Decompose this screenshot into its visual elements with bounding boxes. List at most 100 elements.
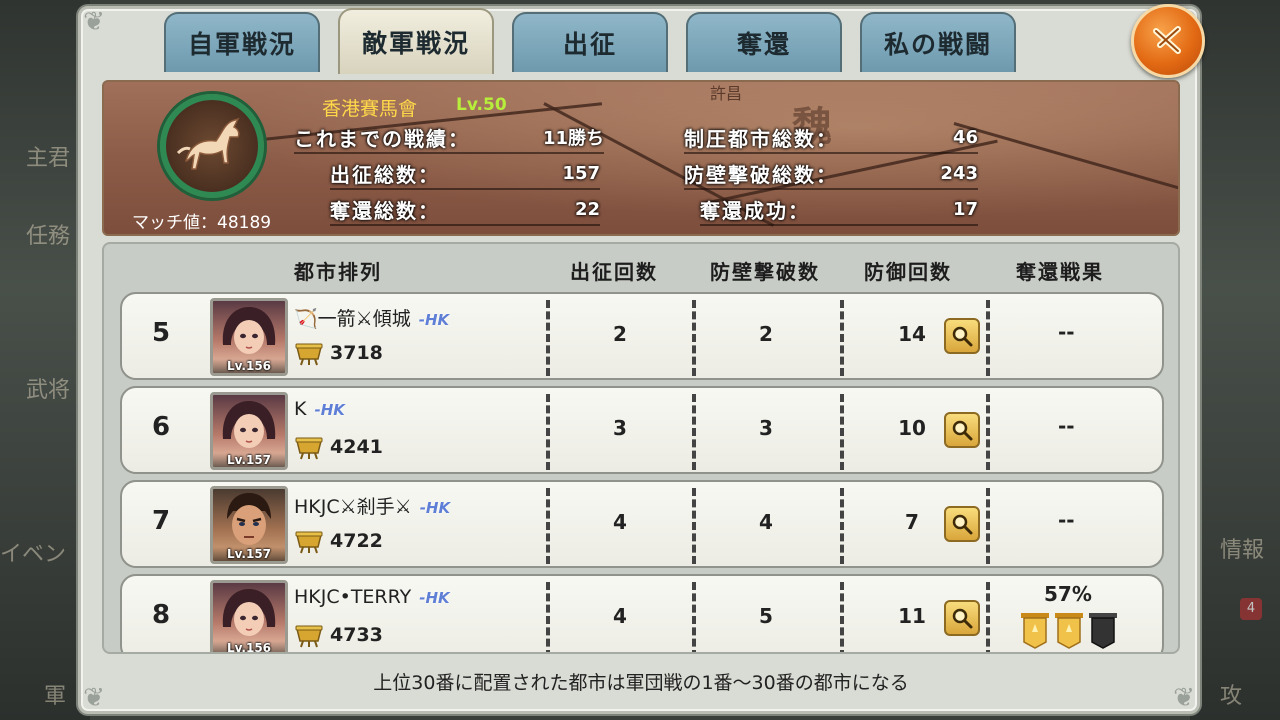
- recapture-percent: 57%: [1044, 582, 1092, 606]
- tab-sortie[interactable]: 出征: [512, 12, 668, 72]
- column-divider: [692, 488, 696, 564]
- tab-enemy-army-status[interactable]: 敵軍戦況: [338, 8, 494, 74]
- tab-own-army-status[interactable]: 自軍戦況: [164, 12, 320, 72]
- player-avatar[interactable]: Lv.157: [210, 392, 288, 470]
- server-tag: -HK: [419, 499, 451, 517]
- column-divider: [546, 394, 550, 470]
- column-divider: [986, 300, 990, 376]
- bg-menu-army: 軍: [44, 684, 67, 709]
- stat-label: 出征総数：: [330, 162, 440, 187]
- background-right: 情報 攻 4: [1190, 0, 1280, 720]
- magnifier-icon: [952, 326, 973, 347]
- table-row[interactable]: 5 Lv.156 🏹一箭⚔傾城 -HK 3718 2 2 14 --: [120, 292, 1164, 380]
- power-value: 3718: [330, 342, 383, 364]
- player-avatar[interactable]: Lv.156: [210, 580, 288, 652]
- map-border: [953, 122, 1178, 192]
- player-name: HKJC•TERRY -HK: [294, 586, 450, 608]
- close-button[interactable]: [1131, 4, 1205, 78]
- avatar-level: Lv.157: [213, 453, 285, 467]
- view-details-button[interactable]: [944, 600, 980, 636]
- magnifier-icon: [952, 420, 973, 441]
- stat-label: 奪還総数：: [330, 198, 440, 223]
- sortie-count: 4: [613, 510, 627, 534]
- column-divider: [986, 582, 990, 652]
- recapture-result: --: [1058, 414, 1075, 438]
- column-header-wall-breaks: 防壁撃破数: [710, 260, 820, 284]
- wall-break-count: 3: [759, 416, 773, 440]
- player-name: K -HK: [294, 398, 345, 420]
- defense-count: 14: [898, 322, 926, 346]
- defense-count: 11: [898, 604, 926, 628]
- player-name: 🏹一箭⚔傾城 -HK: [294, 304, 449, 331]
- horse-icon: [176, 117, 240, 170]
- stat-value: 17: [952, 198, 978, 220]
- tab-my-battles[interactable]: 私の戦闘: [860, 12, 1016, 72]
- bronze-cauldron-icon: [295, 437, 323, 460]
- tab-bar: 自軍戦況 敵軍戦況 出征 奪還 私の戦闘: [164, 8, 1016, 74]
- column-divider: [546, 300, 550, 376]
- player-avatar[interactable]: Lv.157: [210, 486, 288, 564]
- wall-break-count: 2: [759, 322, 773, 346]
- table-row[interactable]: 7 Lv.157 HKJC⚔剎手⚔ -HK 4722 4 4 7 --: [120, 480, 1164, 568]
- column-header-city-order: 都市排列: [294, 260, 382, 284]
- player-name-text: 一箭⚔傾城: [317, 308, 411, 330]
- magnifier-icon: [952, 514, 973, 535]
- column-divider: [986, 394, 990, 470]
- sortie-count: 4: [613, 604, 627, 628]
- bronze-cauldron-icon: [295, 531, 323, 554]
- stat-value: 46: [952, 126, 978, 148]
- table-row[interactable]: 8 Lv.156 HKJC•TERRY -HK 4733 4 5 11 57%: [120, 574, 1164, 652]
- city-list: 都市排列 出征回数 防壁撃破数 防御回数 奪還戦果 5 Lv.156 🏹一箭⚔傾…: [102, 242, 1180, 654]
- female-portrait-icon: [222, 589, 276, 636]
- enemy-guild-level: Lv.50: [456, 95, 507, 115]
- view-details-button[interactable]: [944, 318, 980, 354]
- stat-cities-captured: 制圧都市総数： 46: [684, 122, 978, 154]
- column-divider: [546, 582, 550, 652]
- stat-label: 制圧都市総数：: [684, 126, 838, 151]
- bg-menu-info: 情報: [1220, 538, 1265, 563]
- tab-recapture[interactable]: 奪還: [686, 12, 842, 72]
- column-divider: [692, 582, 696, 652]
- table-row[interactable]: 6 Lv.157 K -HK 4241 3 3 10 --: [120, 386, 1164, 474]
- stat-walls-destroyed: 防壁撃破総数： 243: [684, 158, 978, 190]
- black-banner-icon: [1089, 613, 1117, 649]
- power-display: 4733: [294, 622, 383, 648]
- server-tag: -HK: [418, 311, 450, 329]
- bg-badge: 4: [1240, 598, 1262, 620]
- background-left: 主君 任務 武将 イベン 軍: [0, 0, 90, 720]
- guild-emblem: [160, 94, 264, 198]
- city-rank: 7: [152, 506, 171, 536]
- wall-break-count: 4: [759, 510, 773, 534]
- match-value: マッチ値：48189: [132, 213, 272, 233]
- server-tag: -HK: [419, 589, 450, 607]
- stat-battle-record: これまでの戦績： 11勝ち: [294, 122, 604, 154]
- view-details-button[interactable]: [944, 506, 980, 542]
- view-details-button[interactable]: [944, 412, 980, 448]
- female-portrait-icon: [222, 307, 276, 354]
- close-icon: [1153, 26, 1181, 54]
- server-tag: -HK: [314, 401, 345, 419]
- map-label-city: 許昌: [710, 84, 743, 103]
- player-name: HKJC⚔剎手⚔ -HK: [294, 492, 450, 519]
- enemy-guild-name: 香港賽馬會: [322, 98, 418, 120]
- power-value: 4722: [330, 530, 383, 552]
- column-divider: [840, 394, 844, 470]
- bow-icon: 🏹: [294, 308, 318, 330]
- stat-recapture-total: 奪還総数： 22: [330, 194, 600, 226]
- recapture-result: --: [1058, 320, 1075, 344]
- player-name-text: HKJC⚔剎手⚔: [294, 496, 412, 518]
- player-name-text: K: [294, 398, 307, 420]
- column-divider: [840, 582, 844, 652]
- avatar-level: Lv.157: [213, 547, 285, 561]
- bronze-cauldron-icon: [295, 343, 323, 366]
- footer-note: 上位30番に配置された都市は軍団戦の1番～30番の都市になる: [373, 672, 909, 694]
- stat-recapture-success: 奪還成功： 17: [700, 194, 978, 226]
- column-divider: [546, 488, 550, 564]
- player-avatar[interactable]: Lv.156: [210, 298, 288, 376]
- power-value: 4733: [330, 624, 383, 646]
- bg-menu-event: イベン: [0, 542, 67, 567]
- column-divider: [692, 300, 696, 376]
- sortie-count: 2: [613, 322, 627, 346]
- enemy-profile-header: 許昌 魏 マッチ値：48189 香港賽馬會 Lv.50 これまでの戦績： 11勝…: [102, 80, 1180, 236]
- column-header-sorties: 出征回数: [570, 260, 658, 284]
